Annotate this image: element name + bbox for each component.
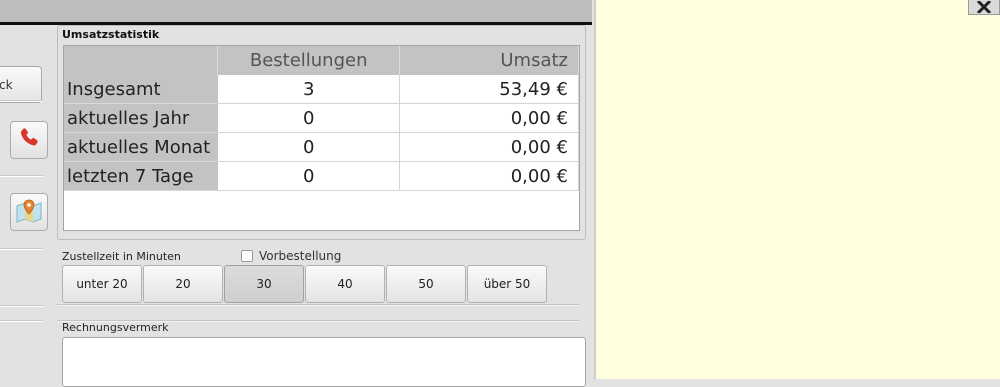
row-label: letzten 7 Tage [64,161,219,191]
left-strip: ck [0,25,50,379]
delivery-time-button-under-20[interactable]: unter 20 [62,265,142,303]
orders-cell: 0 [217,103,400,133]
back-button[interactable]: ck [0,66,42,103]
orders-cell: 0 [217,132,400,162]
delivery-time-buttons: unter 20 20 30 40 50 über 50 [62,265,547,303]
table-header-row: Bestellungen Umsatz [64,46,580,75]
divider [57,304,579,306]
table-row[interactable]: Insgesamt 3 53,49 € [64,75,580,104]
row-label: aktuelles Monat [64,132,219,162]
map-pin-icon [15,197,43,227]
delivery-time-button-40[interactable]: 40 [305,265,385,303]
statistics-table: Bestellungen Umsatz Insgesamt 3 53,49 € … [64,46,580,191]
invoice-note-field[interactable] [62,337,586,387]
divider [0,248,43,250]
call-button[interactable] [10,121,48,159]
phone-icon [17,126,41,154]
divider [0,320,43,322]
orders-cell: 3 [217,75,400,104]
delivery-time-button-30[interactable]: 30 [224,265,304,303]
side-panel [594,0,1000,379]
table-row[interactable]: aktuelles Monat 0 0,00 € [64,132,580,162]
table-row[interactable]: aktuelles Jahr 0 0,00 € [64,103,580,133]
table-row[interactable]: letzten 7 Tage 0 0,00 € [64,161,580,191]
back-button-label: ck [0,77,13,92]
row-label: Insgesamt [64,75,219,104]
revenue-cell: 0,00 € [399,161,580,191]
close-icon [974,0,994,17]
divider [0,100,43,102]
column-header-revenue: Umsatz [399,46,580,75]
divider [0,305,43,307]
column-header-orders: Bestellungen [217,46,400,75]
divider [0,175,43,177]
delivery-time-button-over-50[interactable]: über 50 [467,265,547,303]
revenue-cell: 0,00 € [399,132,580,162]
revenue-statistics-group: Umsatzstatistik Bestellungen Umsatz Insg… [57,25,586,240]
orders-cell: 0 [217,161,400,191]
map-button[interactable] [10,193,48,231]
delivery-time-button-20[interactable]: 20 [143,265,223,303]
delivery-time-label: Zustellzeit in Minuten [62,250,181,263]
revenue-cell: 0,00 € [399,103,580,133]
preorder-label[interactable]: Vorbestellung [259,249,341,263]
delivery-time-button-50[interactable]: 50 [386,265,466,303]
top-bar [0,0,592,25]
group-title: Umsatzstatistik [62,28,160,41]
row-label: aktuelles Jahr [64,103,219,133]
invoice-note-label: Rechnungsvermerk [62,321,169,334]
close-button[interactable] [968,0,1000,15]
statistics-table-frame: Bestellungen Umsatz Insgesamt 3 53,49 € … [63,45,580,231]
column-header [64,46,219,75]
revenue-cell: 53,49 € [399,75,580,104]
preorder-checkbox[interactable] [241,250,253,262]
